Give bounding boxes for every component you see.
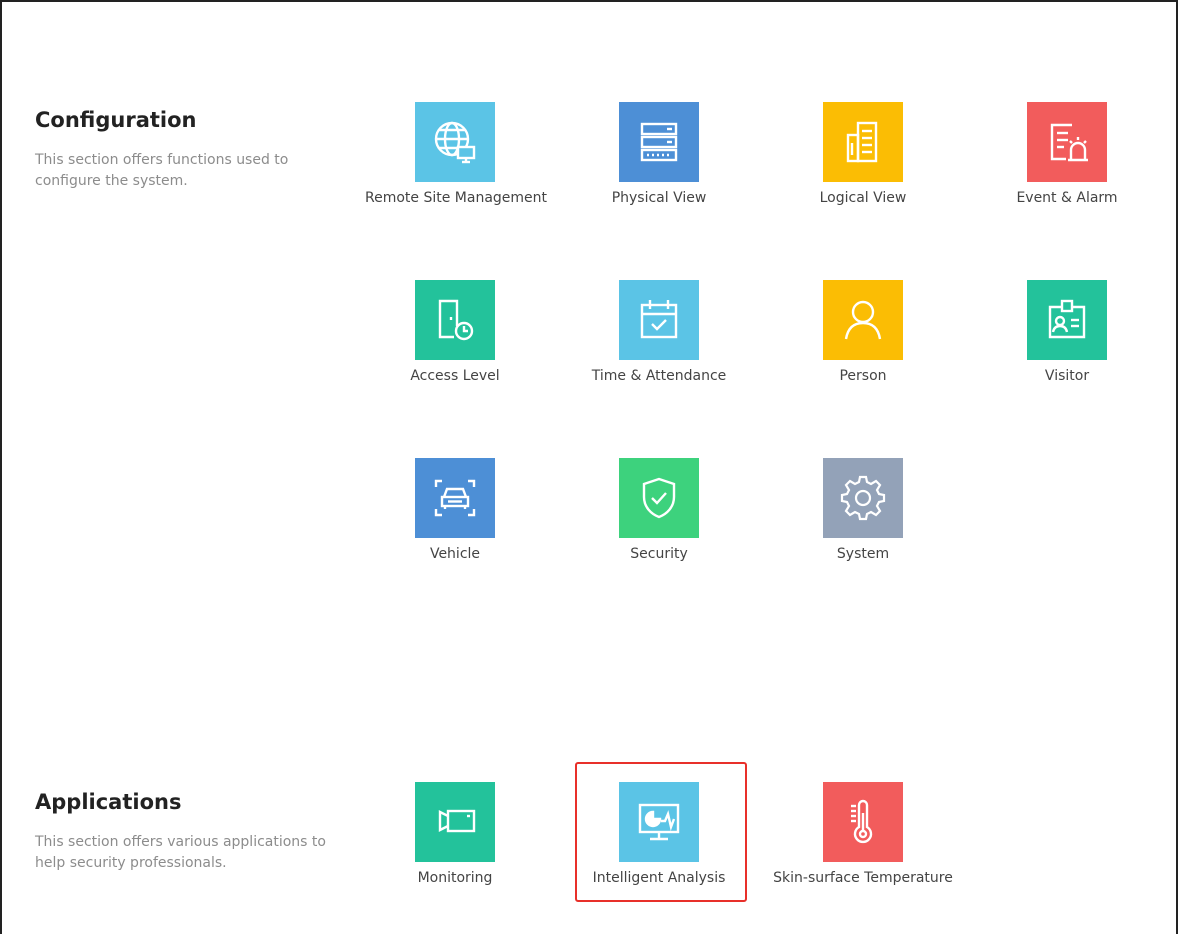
tile-label: Remote Site Management: [365, 190, 548, 206]
tile-remote-site-management[interactable]: Remote Site Management: [365, 102, 548, 222]
visitor-badge-icon: [1027, 280, 1107, 360]
door-clock-icon: [415, 280, 495, 360]
camera-icon: [415, 782, 495, 862]
tile-event-alarm[interactable]: Event & Alarm: [977, 102, 1157, 222]
tile-logical-view[interactable]: Logical View: [773, 102, 953, 222]
thermometer-icon: [823, 782, 903, 862]
alarm-icon: [1027, 102, 1107, 182]
car-icon: [415, 458, 495, 538]
tile-label: Skin-surface Temperature: [773, 870, 953, 886]
tile-system[interactable]: System: [773, 458, 953, 578]
person-icon: [823, 280, 903, 360]
tile-time-attendance[interactable]: Time & Attendance: [569, 280, 749, 400]
tile-label: Physical View: [611, 190, 707, 206]
tile-label: Visitor: [1044, 368, 1090, 384]
tile-visitor[interactable]: Visitor: [977, 280, 1157, 400]
highlight-box: [575, 762, 747, 902]
buildings-icon: [823, 102, 903, 182]
tile-vehicle[interactable]: Vehicle: [365, 458, 545, 578]
applications-title: Applications: [35, 790, 182, 814]
tile-label: Event & Alarm: [1016, 190, 1118, 206]
applications-description: This section offers various applications…: [35, 834, 326, 871]
tile-label: Person: [839, 368, 887, 384]
tile-person[interactable]: Person: [773, 280, 953, 400]
tile-physical-view[interactable]: Physical View: [569, 102, 749, 222]
shield-check-icon: [619, 458, 699, 538]
tile-label: Security: [630, 546, 688, 562]
configuration-title: Configuration: [35, 108, 197, 132]
tile-label: System: [836, 546, 890, 562]
server-icon: [619, 102, 699, 182]
tile-label: Vehicle: [429, 546, 481, 562]
gear-icon: [823, 458, 903, 538]
tile-label: Monitoring: [417, 870, 493, 886]
tile-security[interactable]: Security: [569, 458, 749, 578]
tile-access-level[interactable]: Access Level: [365, 280, 545, 400]
tile-label: Logical View: [819, 190, 907, 206]
tile-label: Access Level: [410, 368, 500, 384]
tile-monitoring[interactable]: Monitoring: [365, 782, 545, 902]
tile-label: Time & Attendance: [591, 368, 727, 384]
globe-icon: [415, 102, 495, 182]
configuration-description: This section offers functions used to co…: [35, 152, 289, 189]
calendar-icon: [619, 280, 699, 360]
tile-skin-surface-temperature[interactable]: Skin-surface Temperature: [773, 782, 953, 902]
